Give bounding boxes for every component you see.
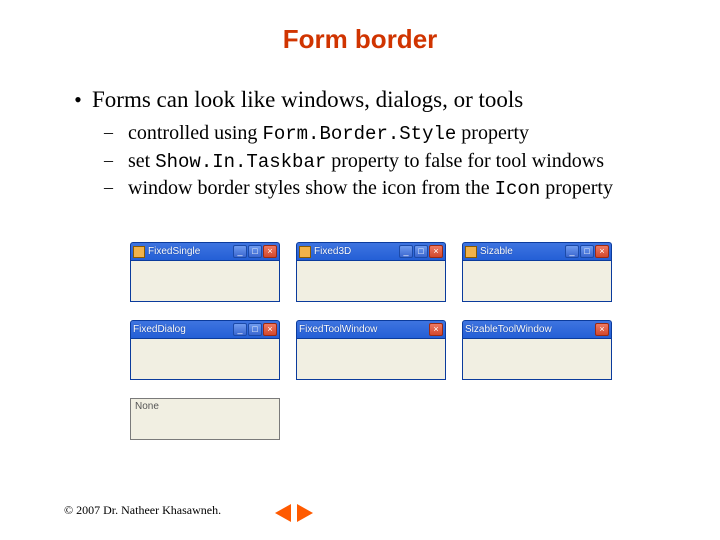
window-titlebar: FixedToolWindow × — [296, 320, 446, 338]
bullet-icon: • — [64, 86, 92, 114]
window-titlebar: FixedDialog _ □ × — [130, 320, 280, 338]
bullet-level2: – controlled using Form.Border.Style pro… — [104, 121, 660, 147]
maximize-icon: □ — [248, 245, 262, 258]
close-icon: × — [263, 323, 277, 336]
sample-fixedsingle: FixedSingle _ □ × — [130, 242, 280, 302]
window-title: None — [131, 399, 279, 414]
sample-fixedtoolwindow: FixedToolWindow × — [296, 320, 446, 380]
window-client-area — [296, 338, 446, 380]
sample-fixeddialog: FixedDialog _ □ × — [130, 320, 280, 380]
sample-sizabletoolwindow: SizableToolWindow × — [462, 320, 612, 380]
bullet-level2: – window border styles show the icon fro… — [104, 176, 660, 202]
window-client-area — [130, 338, 280, 380]
window-titlebar: FixedSingle _ □ × — [130, 242, 280, 260]
close-icon: × — [263, 245, 277, 258]
close-icon: × — [595, 245, 609, 258]
dash-icon: – — [104, 149, 128, 172]
copyright-text: © 2007 Dr. Natheer Khasawneh. — [64, 503, 221, 518]
code-run: Form.Border.Style — [262, 123, 456, 145]
window-app-icon — [465, 246, 477, 258]
form-samples-gallery: FixedSingle _ □ × Fixed3D _ □ × — [130, 242, 630, 440]
slide-nav — [275, 504, 313, 522]
close-icon: × — [595, 323, 609, 336]
window-titlebar: Fixed3D _ □ × — [296, 242, 446, 260]
bullet-text: Forms can look like windows, dialogs, or… — [92, 86, 660, 115]
code-run: Show.In.Taskbar — [155, 151, 326, 173]
window-app-icon — [133, 246, 145, 258]
bullet-text: window border styles show the icon from … — [128, 176, 660, 202]
dash-icon: – — [104, 176, 128, 199]
minimize-icon: _ — [233, 245, 247, 258]
window-client-area: None — [130, 398, 280, 440]
window-client-area — [130, 260, 280, 302]
prev-slide-button[interactable] — [275, 504, 291, 522]
text-run: window border styles show the icon from … — [128, 177, 495, 199]
maximize-icon: □ — [248, 323, 262, 336]
window-titlebar: SizableToolWindow × — [462, 320, 612, 338]
minimize-icon: _ — [233, 323, 247, 336]
dash-icon: – — [104, 121, 128, 144]
window-title: FixedDialog — [133, 324, 231, 335]
slide-body: • Forms can look like windows, dialogs, … — [64, 86, 660, 204]
close-icon: × — [429, 323, 443, 336]
sample-fixed3d: Fixed3D _ □ × — [296, 242, 446, 302]
code-run: Icon — [495, 178, 541, 200]
next-slide-button[interactable] — [297, 504, 313, 522]
sample-none: None — [130, 398, 280, 440]
bullet-text: set Show.In.Taskbar property to false fo… — [128, 149, 660, 175]
window-app-icon — [299, 246, 311, 258]
window-title: Sizable — [480, 246, 563, 257]
text-run: set — [128, 150, 155, 172]
bullet-level2: – set Show.In.Taskbar property to false … — [104, 149, 660, 175]
minimize-icon: _ — [399, 245, 413, 258]
window-titlebar: Sizable _ □ × — [462, 242, 612, 260]
window-title: SizableToolWindow — [465, 324, 593, 335]
bullet-text: controlled using Form.Border.Style prope… — [128, 121, 660, 147]
bullet-level1: • Forms can look like windows, dialogs, … — [64, 86, 660, 115]
close-icon: × — [429, 245, 443, 258]
window-client-area — [296, 260, 446, 302]
window-title: Fixed3D — [314, 246, 397, 257]
maximize-icon: □ — [580, 245, 594, 258]
window-title: FixedToolWindow — [299, 324, 427, 335]
text-run: property — [540, 177, 613, 199]
window-title: FixedSingle — [148, 246, 231, 257]
sample-sizable: Sizable _ □ × — [462, 242, 612, 302]
slide-title: Form border — [0, 24, 720, 55]
text-run: controlled using — [128, 122, 262, 144]
minimize-icon: _ — [565, 245, 579, 258]
window-client-area — [462, 260, 612, 302]
window-client-area — [462, 338, 612, 380]
text-run: property to false for tool windows — [326, 150, 604, 172]
maximize-icon: □ — [414, 245, 428, 258]
text-run: property — [456, 122, 529, 144]
